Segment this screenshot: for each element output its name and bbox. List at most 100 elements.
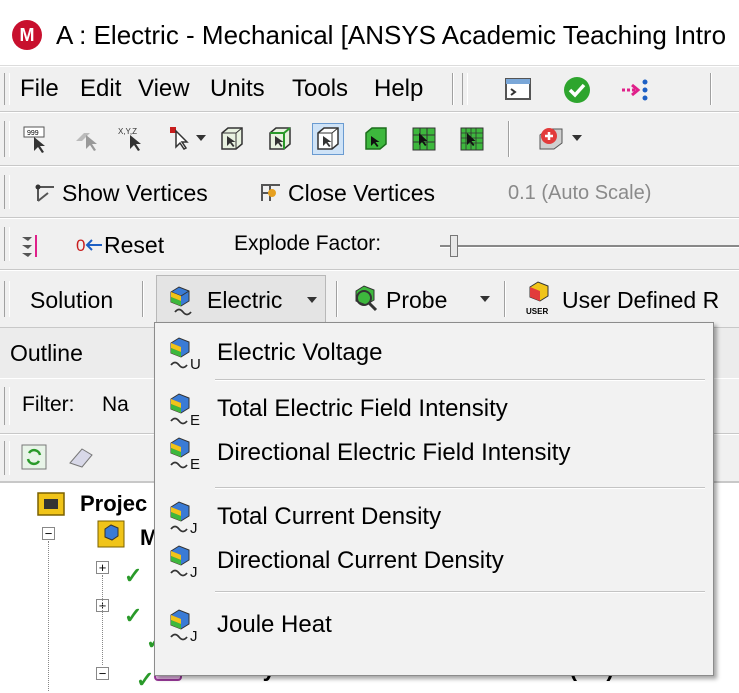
electric-result-icon [170, 286, 192, 316]
menu-item-joule-heat[interactable]: J Joule Heat [157, 603, 709, 647]
title-bar: M A : Electric - Mechanical [ANSYS Acade… [0, 0, 739, 66]
electric-button-label: Electric [207, 287, 283, 313]
window-title: A : Electric - Mechanical [ANSYS Academi… [56, 20, 727, 50]
label-pick-icon[interactable] [72, 125, 100, 153]
outline-title: Outline [10, 340, 83, 366]
explode-slider-track[interactable] [440, 245, 739, 248]
menu-item-label: Joule Heat [217, 611, 332, 638]
show-vertices-button[interactable]: Show Vertices [62, 180, 208, 207]
show-vertices-icon [35, 184, 54, 202]
tree-expand-toggle[interactable]: + [96, 561, 109, 574]
svg-text:X,Y,Z: X,Y,Z [118, 127, 137, 136]
electric-dropdown-menu: U Electric Voltage E Total Electric Fiel… [154, 322, 714, 676]
menu-item-directional-current-density[interactable]: J Directional Current Density [157, 539, 709, 583]
probe-pick-icon[interactable]: 999 [22, 125, 50, 153]
solve-check-icon[interactable] [562, 75, 592, 105]
refresh-icon[interactable] [20, 443, 48, 471]
tree-collapse-toggle[interactable]: − [96, 667, 109, 680]
icon-subscript: E [190, 456, 200, 471]
current-density-icon: J [170, 501, 198, 535]
select-edge-icon[interactable] [266, 125, 294, 153]
menu-item-label: Total Current Density [217, 503, 442, 530]
close-vertices-icon [261, 184, 280, 201]
menu-item-total-current-density[interactable]: J Total Current Density [157, 495, 709, 539]
menu-units[interactable]: Units [210, 75, 265, 103]
select-mode-icon[interactable] [168, 125, 196, 153]
user-badge: USER [526, 307, 549, 316]
menu-help[interactable]: Help [374, 75, 423, 103]
solution-label: Solution [30, 287, 114, 313]
icon-subscript: U [190, 356, 201, 371]
explode-toolbar: 0 Reset Explode Factor: [0, 218, 739, 270]
icon-subscript: E [190, 412, 200, 427]
toolbar-grip[interactable] [4, 441, 10, 475]
auto-scale-field[interactable]: 0.1 (Auto Scale) [508, 182, 651, 205]
extend-selection-icon[interactable] [536, 123, 568, 155]
menu-item-total-electric-field-intensity[interactable]: E Total Electric Field Intensity [157, 387, 709, 431]
menu-item-label: Electric Voltage [217, 339, 383, 366]
electric-field-icon: E [170, 437, 200, 471]
menu-edit[interactable]: Edit [80, 75, 121, 103]
close-vertices-button[interactable]: Close Vertices [288, 180, 435, 207]
electric-field-icon: E [170, 393, 200, 427]
model-icon [97, 520, 125, 548]
select-element-face-icon[interactable] [410, 125, 438, 153]
toolbar-grip[interactable] [4, 387, 10, 425]
menu-item-label: Directional Current Density [217, 547, 504, 574]
menu-bar: File Edit View Units Tools Help [0, 66, 739, 112]
user-defined-result-button[interactable]: User Defined R [562, 287, 719, 314]
svg-text:999: 999 [27, 130, 39, 137]
menu-item-electric-voltage[interactable]: U Electric Voltage [157, 331, 709, 375]
tree-project-label[interactable]: Projec [80, 491, 147, 517]
probe-icon [355, 285, 378, 312]
chevron-down-icon[interactable] [196, 135, 206, 143]
icon-subscript: J [190, 520, 198, 535]
toolbar-grip[interactable] [4, 121, 10, 157]
explode-view-icon[interactable] [18, 231, 44, 259]
joule-heat-icon: J [170, 609, 198, 643]
toolbar-grip[interactable] [4, 281, 10, 317]
coordinate-pick-icon[interactable]: X,Y,Z [118, 125, 146, 153]
electric-dropdown-button[interactable]: Electric [156, 275, 326, 323]
reset-button[interactable]: Reset [104, 232, 164, 259]
toolbar-grip[interactable] [462, 73, 468, 105]
selection-toolbar: 999 X,Y,Z [0, 112, 739, 166]
menu-item-label: Directional Electric Field Intensity [217, 439, 571, 466]
chevron-down-icon[interactable] [572, 135, 582, 143]
ansys-app-icon: M [12, 20, 42, 50]
icon-subscript: J [190, 628, 198, 643]
explode-slider-thumb[interactable] [450, 235, 458, 257]
status-check-icon: ✓ [124, 563, 143, 588]
solution-toolbar: Solution Electric Probe USER User Define… [0, 270, 739, 328]
current-density-icon: J [170, 545, 198, 579]
project-icon [37, 492, 65, 516]
menu-item-directional-electric-field-intensity[interactable]: E Directional Electric Field Intensity [157, 431, 709, 475]
select-face-icon[interactable] [312, 123, 344, 155]
toolbar-grip[interactable] [4, 73, 10, 105]
filter-select[interactable]: Na [102, 393, 129, 417]
chevron-down-icon[interactable] [480, 296, 490, 304]
filter-label: Filter: [22, 393, 75, 416]
tree-collapse-toggle[interactable]: − [42, 527, 55, 540]
chevron-down-icon [307, 297, 317, 303]
explode-factor-label: Explode Factor: [234, 232, 382, 255]
toolbar-grip[interactable] [4, 175, 10, 209]
electric-voltage-icon: U [170, 337, 201, 371]
menu-tools[interactable]: Tools [292, 75, 348, 103]
eraser-icon[interactable] [66, 443, 96, 471]
status-check-icon: ✓ [124, 603, 143, 628]
select-body-icon[interactable] [362, 125, 390, 153]
vertices-toolbar: Show Vertices Close Vertices 0.1 (Auto S… [0, 166, 739, 218]
svg-text:0: 0 [76, 236, 85, 255]
probe-button[interactable]: Probe [386, 287, 447, 314]
select-vertex-icon[interactable] [218, 125, 246, 153]
worksheet-icon[interactable] [504, 77, 534, 103]
reset-arrow-icon: 0 [76, 236, 102, 255]
menu-file[interactable]: File [20, 75, 59, 103]
menu-view[interactable]: View [138, 75, 190, 103]
menu-item-label: Total Electric Field Intensity [217, 395, 508, 422]
toolbar-grip[interactable] [4, 227, 10, 261]
select-element-icon[interactable] [458, 125, 486, 153]
arrow-dots-icon[interactable] [620, 77, 650, 103]
icon-subscript: J [190, 564, 198, 579]
